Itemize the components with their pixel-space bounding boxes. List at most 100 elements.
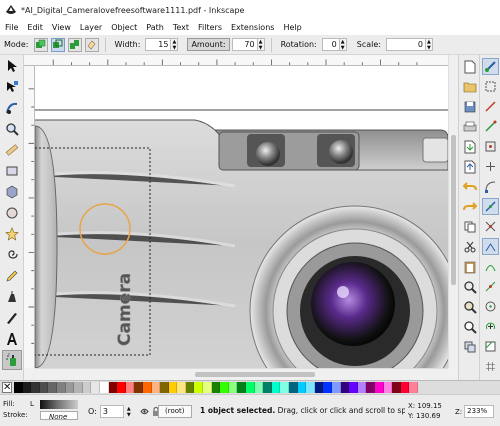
palette-swatch[interactable]	[151, 382, 161, 393]
no-paint-swatch[interactable]: ✕	[2, 382, 12, 393]
palette-swatch[interactable]	[374, 382, 384, 393]
menu-extensions[interactable]: Extensions	[231, 23, 274, 32]
palette-swatch[interactable]	[306, 382, 315, 393]
spray-tool[interactable]	[2, 350, 22, 370]
snap-toggle-button[interactable]	[482, 58, 499, 75]
text-tool[interactable]	[2, 329, 22, 349]
palette-swatch[interactable]	[392, 382, 401, 393]
spiral-tool[interactable]	[2, 245, 22, 265]
palette-swatch[interactable]	[31, 382, 40, 393]
snap-smooth-nodes-button[interactable]	[482, 258, 499, 275]
export-button[interactable]	[461, 158, 478, 175]
snap-grid-button[interactable]	[482, 358, 499, 375]
snap-nodes-button[interactable]	[482, 178, 499, 195]
palette-swatch[interactable]	[297, 382, 307, 393]
spray-eraser-mode-button[interactable]	[84, 37, 99, 52]
zoom-selection-button[interactable]	[461, 278, 478, 295]
palette-swatch[interactable]	[289, 382, 298, 393]
menu-help[interactable]: Help	[283, 23, 301, 32]
undo-button[interactable]	[461, 178, 478, 195]
palette-swatch[interactable]	[117, 382, 126, 393]
spray-single-path-mode-button[interactable]	[67, 37, 82, 52]
snap-bbox-edge-button[interactable]	[482, 98, 499, 115]
snap-cusp-nodes-button[interactable]	[482, 238, 499, 255]
amount-label[interactable]: Amount:	[187, 38, 230, 51]
save-button[interactable]	[461, 98, 478, 115]
new-document-button[interactable]	[461, 58, 478, 75]
3d-box-tool[interactable]	[2, 182, 22, 202]
copy-button[interactable]	[461, 218, 478, 235]
palette-swatch[interactable]	[280, 382, 289, 393]
tweak-tool[interactable]	[2, 98, 22, 118]
palette-swatch[interactable]	[194, 382, 204, 393]
pen-tool[interactable]	[2, 287, 22, 307]
palette-swatch[interactable]	[99, 382, 109, 393]
snap-page-border-button[interactable]	[482, 338, 499, 355]
palette-swatch[interactable]	[228, 382, 238, 393]
palette-swatch[interactable]	[409, 382, 418, 393]
menu-text[interactable]: Text	[173, 23, 189, 32]
scale-input[interactable]: 0	[385, 38, 426, 51]
palette-swatch[interactable]	[220, 382, 229, 393]
width-input[interactable]: 15	[145, 38, 172, 51]
palette-swatch[interactable]	[82, 382, 92, 393]
palette-swatch[interactable]	[134, 382, 143, 393]
snap-bbox-corner-button[interactable]	[482, 118, 499, 135]
palette-swatch[interactable]	[237, 382, 247, 393]
palette-swatch[interactable]	[271, 382, 281, 393]
zoom-page-button[interactable]	[461, 318, 478, 335]
horizontal-scrollbar[interactable]	[35, 368, 448, 380]
menu-path[interactable]: Path	[146, 23, 164, 32]
horizontal-scroll-thumb[interactable]	[195, 372, 315, 377]
snap-paths-button[interactable]	[482, 198, 499, 215]
paste-button[interactable]	[461, 258, 478, 275]
palette-swatch[interactable]	[142, 382, 152, 393]
selector-tool[interactable]	[2, 56, 22, 76]
calligraphy-tool[interactable]	[2, 308, 22, 328]
palette-swatch[interactable]	[39, 382, 49, 393]
palette-swatch[interactable]	[22, 382, 32, 393]
cut-button[interactable]	[461, 238, 478, 255]
palette-swatch[interactable]	[185, 382, 195, 393]
snap-intersections-button[interactable]	[482, 218, 499, 235]
pencil-tool[interactable]	[2, 266, 22, 286]
snap-bbox-button[interactable]	[482, 78, 499, 95]
duplicate-button[interactable]	[461, 338, 478, 355]
zoom-tool[interactable]	[2, 119, 22, 139]
snap-center-button[interactable]	[482, 158, 499, 175]
snap-line-midpoint-button[interactable]	[482, 278, 499, 295]
menu-object[interactable]: Object	[111, 23, 137, 32]
palette-swatch[interactable]	[246, 382, 255, 393]
menu-file[interactable]: File	[5, 23, 18, 32]
menu-layer[interactable]: Layer	[80, 23, 102, 32]
fill-indicator[interactable]	[40, 400, 78, 409]
palette-swatch[interactable]	[177, 382, 186, 393]
print-button[interactable]	[461, 118, 478, 135]
amount-stepper[interactable]: ▲ ▼	[257, 38, 265, 51]
palette-swatch[interactable]	[168, 382, 178, 393]
palette-swatch[interactable]	[331, 382, 341, 393]
rotation-input[interactable]: 0	[321, 38, 340, 51]
snap-object-center-button[interactable]	[482, 298, 499, 315]
vertical-ruler[interactable]	[24, 66, 35, 368]
eye-icon[interactable]	[140, 407, 149, 416]
open-button[interactable]	[461, 78, 478, 95]
node-tool[interactable]	[2, 77, 22, 97]
import-button[interactable]	[461, 138, 478, 155]
spray-clones-mode-button[interactable]	[50, 37, 65, 52]
palette-swatch[interactable]	[160, 382, 169, 393]
menu-view[interactable]: View	[52, 23, 71, 32]
palette-swatch[interactable]	[125, 382, 135, 393]
measure-tool[interactable]	[2, 140, 22, 160]
menu-filters[interactable]: Filters	[198, 23, 222, 32]
star-tool[interactable]	[2, 224, 22, 244]
palette-swatch[interactable]	[383, 382, 393, 393]
palette-swatch[interactable]	[203, 382, 212, 393]
menu-edit[interactable]: Edit	[27, 23, 43, 32]
palette-swatch[interactable]	[314, 382, 324, 393]
amount-input[interactable]: 70	[231, 38, 258, 51]
snap-rotation-center-button[interactable]	[482, 318, 499, 335]
palette-swatch[interactable]	[366, 382, 375, 393]
rectangle-tool[interactable]	[2, 161, 22, 181]
zoom-input[interactable]: 233%	[464, 405, 495, 418]
